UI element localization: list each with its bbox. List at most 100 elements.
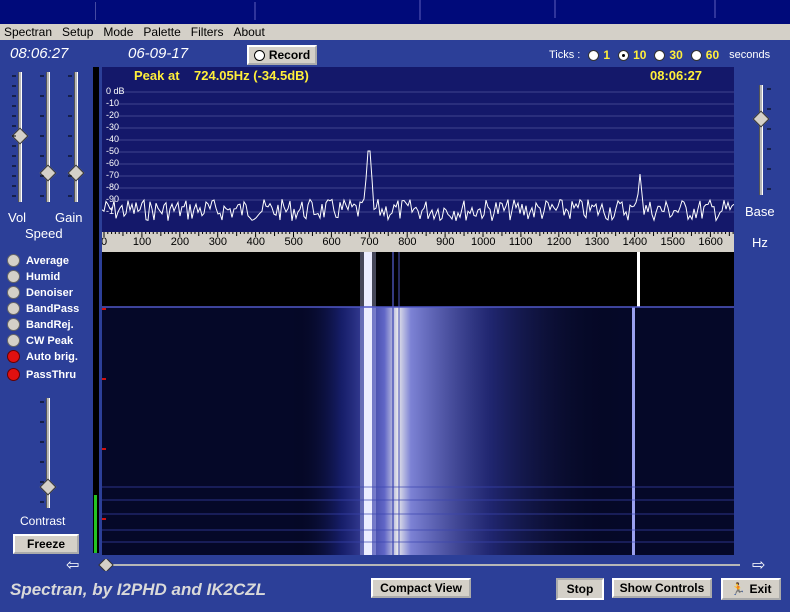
ticks-radio-60[interactable] — [690, 49, 702, 61]
option-cw-peak[interactable]: CW Peak — [7, 333, 73, 348]
exit-label: Exit — [749, 582, 772, 596]
freq-tick-label: 600 — [322, 236, 341, 248]
ticks-value-1: 1 — [603, 48, 611, 62]
option-bandrej-radio[interactable] — [7, 318, 20, 331]
option-bandrej-label: BandRej. — [26, 318, 74, 331]
freq-tick-label: 800 — [398, 236, 417, 248]
freq-tick-label: 1300 — [584, 236, 610, 248]
db-tick: -10 — [106, 98, 120, 108]
base-slider-track[interactable] — [759, 85, 763, 195]
db-tick: -1 — [106, 206, 115, 216]
db-tick: -60 — [106, 158, 120, 168]
exit-button[interactable]: 🏃 Exit — [721, 578, 781, 600]
option-cw-peak-radio[interactable] — [7, 334, 20, 347]
show-controls-button[interactable]: Show Controls — [612, 578, 712, 598]
record-radio-icon — [253, 49, 265, 61]
base-label: Base — [745, 204, 775, 219]
hz-label: Hz — [752, 235, 768, 250]
freq-tick-label: 200 — [170, 236, 190, 248]
exit-figure-icon: 🏃 — [730, 582, 746, 596]
option-bandpass-radio[interactable] — [7, 302, 20, 315]
option-denoiser-radio[interactable] — [7, 286, 20, 299]
frequency-axis: 0 100 200 300 400 500 600 700 800 900 1000 1100 1200… — [102, 232, 734, 252]
option-denoiser[interactable]: Denoiser — [7, 285, 73, 300]
scroll-right-arrow-icon[interactable]: ⇨ — [752, 555, 765, 575]
menu-about[interactable]: About — [233, 25, 264, 39]
ticks-label: Ticks : — [549, 49, 581, 61]
db-tick: 0 dB — [106, 86, 125, 96]
signal-level-bar — [93, 67, 99, 553]
db-scale: 0 dB -10 -20 -30 -40 -50 -60 -70 -80 -90… — [106, 85, 125, 217]
scroll-left-arrow-icon[interactable]: ⇦ — [66, 555, 79, 575]
ticks-value-10: 10 — [633, 48, 647, 62]
left-slider-ticks — [12, 75, 72, 197]
signal-level-fill — [94, 495, 97, 553]
menu-mode[interactable]: Mode — [103, 25, 133, 39]
option-humid-label: Humid — [26, 270, 61, 283]
freq-tick-label: 900 — [436, 236, 455, 248]
db-tick: -80 — [106, 182, 120, 192]
speed-label: Speed — [25, 226, 63, 241]
option-average-radio[interactable] — [7, 254, 20, 267]
option-auto-brig-radio[interactable] — [7, 350, 20, 363]
title-bar — [0, 0, 790, 24]
option-humid-radio[interactable] — [7, 270, 20, 283]
freq-tick-label: 700 — [360, 236, 379, 248]
record-button[interactable]: Record — [247, 45, 317, 65]
menu-setup[interactable]: Setup — [62, 25, 93, 39]
peak-time: 08:06:27 — [650, 68, 703, 83]
ticks-radio-30[interactable] — [654, 49, 666, 61]
freq-tick-label: 500 — [284, 236, 303, 248]
db-tick: -40 — [106, 134, 120, 144]
freq-tick-label: 400 — [246, 236, 265, 248]
freq-tick-label: 1200 — [546, 236, 572, 248]
option-passthru-label: PassThru — [26, 368, 77, 381]
freq-tick-label: 1500 — [660, 236, 685, 248]
freeze-button[interactable]: Freeze — [13, 534, 79, 554]
ticks-radio-10[interactable] — [618, 49, 630, 61]
option-average-label: Average — [26, 254, 70, 267]
ticks-value-60: 60 — [705, 48, 720, 62]
menu-filters[interactable]: Filters — [191, 25, 224, 39]
freq-tick-label: 0 — [102, 236, 108, 248]
db-tick: -90 — [106, 194, 120, 204]
stop-button[interactable]: Stop — [556, 578, 604, 600]
option-bandrej[interactable]: BandRej. — [7, 317, 74, 332]
vol-label: Vol — [8, 210, 27, 225]
peak-label: Peak at — [134, 68, 180, 83]
menu-spectran[interactable]: Spectran — [4, 25, 52, 39]
option-auto-brig[interactable]: Auto brig. — [7, 349, 78, 364]
app-credit: Spectran, by I2PHD and IK2CZL — [10, 580, 266, 599]
option-average[interactable]: Average — [7, 253, 69, 268]
contrast-slider-ticks — [40, 401, 44, 503]
freq-tick-label: 1100 — [508, 236, 533, 248]
option-bandpass[interactable]: BandPass — [7, 301, 79, 316]
title-bar-stripes — [95, 0, 785, 20]
freq-tick-label: 100 — [132, 236, 152, 248]
option-denoiser-label: Denoiser — [26, 286, 74, 299]
clock-date: 06-09-17 — [128, 45, 189, 62]
spectrum-graph — [102, 91, 734, 223]
compact-view-button[interactable]: Compact View — [371, 578, 471, 598]
ticks-radio-1[interactable] — [588, 49, 600, 61]
waterfall-image — [102, 252, 734, 555]
frequency-scrollbar[interactable] — [95, 559, 745, 571]
peak-value: 724.05Hz (-34.5dB) — [194, 68, 309, 83]
option-passthru[interactable]: PassThru — [7, 367, 76, 382]
option-humid[interactable]: Humid — [7, 269, 60, 284]
ticks-value-30: 30 — [669, 48, 683, 62]
option-passthru-radio[interactable] — [7, 368, 20, 381]
db-tick: -70 — [106, 170, 120, 180]
option-auto-brig-label: Auto brig. — [26, 350, 78, 363]
clock-time: 08:06:27 — [10, 45, 69, 62]
waterfall-display — [102, 252, 734, 555]
freq-tick-label: 300 — [208, 236, 228, 248]
ticks-selector: Ticks : 1 10 30 60 seconds — [549, 48, 770, 62]
contrast-label: Contrast — [20, 514, 66, 528]
freq-tick-label: 1600 — [698, 236, 723, 248]
gain-label: Gain — [55, 210, 83, 225]
menu-bar: Spectran Setup Mode Palette Filters Abou… — [0, 24, 790, 40]
option-bandpass-label: BandPass — [26, 302, 80, 315]
menu-palette[interactable]: Palette — [143, 25, 180, 39]
db-tick: -50 — [106, 146, 120, 156]
